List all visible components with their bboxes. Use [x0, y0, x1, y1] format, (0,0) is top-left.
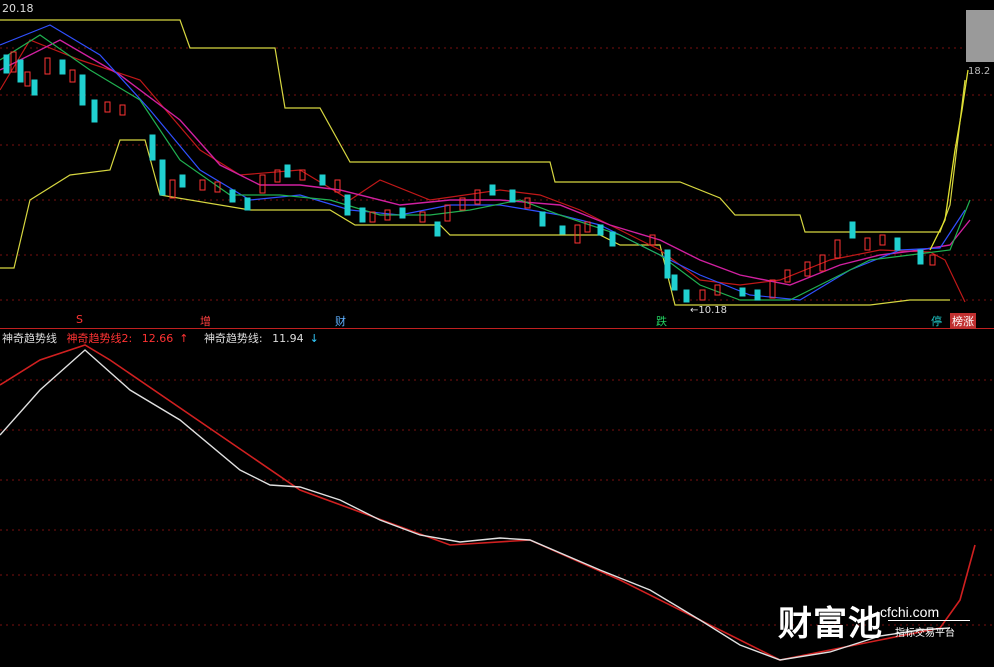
band-lower	[0, 139, 950, 306]
watermark-tagline: 指标交易平台	[895, 628, 955, 639]
watermark-url: cfchi.com	[880, 604, 940, 620]
marker-ting: 停	[931, 315, 942, 328]
ma-yellow-fast	[929, 69, 969, 251]
scroll-handle[interactable]	[966, 10, 994, 62]
price-high-label: 20.18	[2, 2, 34, 15]
indicator-line2: 神奇趋势线2: 12.66 ↑	[66, 332, 189, 345]
watermark-brand: 财富池	[778, 604, 883, 644]
panel-divider	[0, 328, 994, 329]
indicator-title-bar: 神奇趋势线 神奇趋势线2: 12.66 ↑ 神奇趋势线: 11.94 ↓	[2, 330, 331, 346]
candles	[3, 51, 936, 303]
marker-cai: 财	[335, 315, 346, 328]
marker-die: 跌	[656, 315, 667, 328]
price-right-label: 18.2	[968, 66, 991, 77]
indicator-line1: 神奇趋势线: 11.94 ↓	[203, 332, 319, 345]
indicator-name: 神奇趋势线	[2, 332, 57, 345]
marker-s: S	[76, 313, 83, 326]
price-low-label: ←10.18	[690, 305, 728, 316]
watermark-divider	[888, 620, 970, 621]
marker-zeng: 增	[200, 315, 211, 328]
marker-zhang: 榜涨	[950, 313, 976, 329]
